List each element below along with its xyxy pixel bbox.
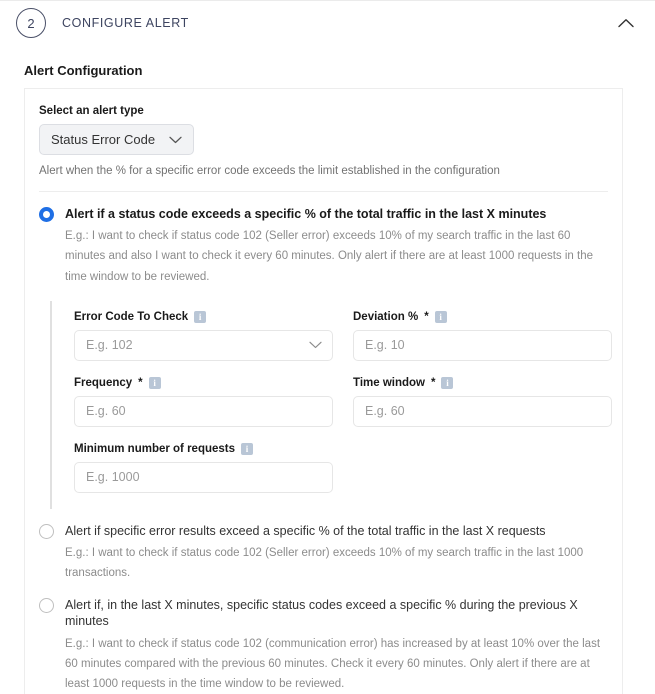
field-deviation-label-text: Deviation % xyxy=(353,310,419,323)
field-deviation-label: Deviation % * i xyxy=(353,310,612,323)
field-time-window-required-marker: * xyxy=(431,376,436,389)
radio-option-2[interactable] xyxy=(39,523,54,539)
alert-option-3-title: Alert if, in the last X minutes, specifi… xyxy=(65,598,578,629)
field-min-requests: Minimum number of requests i E.g. 1000 xyxy=(74,442,333,493)
info-icon[interactable]: i xyxy=(194,310,207,323)
radio-option-1[interactable] xyxy=(39,207,54,222)
alert-type-label-text: Select an alert type xyxy=(39,105,144,117)
collapse-section-button[interactable] xyxy=(613,10,639,36)
field-frequency-label-text: Frequency xyxy=(74,376,133,389)
frequency-placeholder: E.g. 60 xyxy=(86,404,126,419)
alert-type-hint: Alert when the % for a specific error co… xyxy=(39,165,500,177)
step-number-label: 2 xyxy=(27,15,35,31)
field-frequency-label: Frequency * i xyxy=(74,376,333,389)
info-icon[interactable]: i xyxy=(148,376,161,389)
alert-configuration-card: Select an alert type Status Error Code A… xyxy=(24,88,623,694)
field-frequency: Frequency * i E.g. 60 xyxy=(74,376,333,427)
alert-option-3[interactable]: Alert if, in the last X minutes, specifi… xyxy=(39,597,608,694)
alert-option-3-texts: Alert if, in the last X minutes, specifi… xyxy=(65,597,608,694)
alert-option-1-texts: Alert if a status code exceeds a specifi… xyxy=(65,206,608,287)
section-heading: Alert Configuration xyxy=(24,63,143,78)
alert-option-1-form: Error Code To Check i E.g. 102 Deviation… xyxy=(50,300,612,509)
min-requests-placeholder: E.g. 1000 xyxy=(86,470,140,485)
info-icon[interactable]: i xyxy=(434,310,447,323)
step-number-badge: 2 xyxy=(16,8,46,38)
radio-option-3[interactable] xyxy=(39,598,54,614)
field-time-window-label-text: Time window xyxy=(353,376,425,389)
section-divider xyxy=(39,191,608,192)
configure-alert-body: Alert Configuration Select an alert type… xyxy=(0,63,655,694)
field-time-window-label: Time window * i xyxy=(353,376,612,389)
frequency-input[interactable]: E.g. 60 xyxy=(74,395,333,427)
time-window-input[interactable]: E.g. 60 xyxy=(353,395,612,427)
alert-type-selected-value: Status Error Code xyxy=(51,132,156,147)
page-title: CONFIGURE ALERT xyxy=(62,16,189,30)
alert-option-1-title: Alert if a status code exceeds a specifi… xyxy=(65,207,547,221)
alert-option-3-description: E.g.: I want to check if status code 102… xyxy=(65,637,601,690)
alert-type-label: Select an alert type xyxy=(39,105,608,117)
time-window-placeholder: E.g. 60 xyxy=(365,404,405,419)
info-icon[interactable]: i xyxy=(441,376,454,389)
deviation-input[interactable]: E.g. 10 xyxy=(353,329,612,361)
error-code-input[interactable]: E.g. 102 xyxy=(74,329,333,361)
field-error-code: Error Code To Check i E.g. 102 xyxy=(74,310,333,361)
alert-option-2-texts: Alert if specific error results exceed a… xyxy=(65,523,608,584)
field-time-window: Time window * i E.g. 60 xyxy=(353,376,612,427)
alert-option-1[interactable]: Alert if a status code exceeds a specifi… xyxy=(39,206,608,287)
field-frequency-required-marker: * xyxy=(138,376,143,389)
field-deviation-required-marker: * xyxy=(424,310,429,323)
min-requests-input[interactable]: E.g. 1000 xyxy=(74,461,333,493)
deviation-placeholder: E.g. 10 xyxy=(365,338,405,353)
chevron-down-icon xyxy=(169,132,182,147)
chevron-down-icon xyxy=(309,341,322,349)
alert-type-select[interactable]: Status Error Code xyxy=(39,124,195,155)
field-deviation: Deviation % * i E.g. 10 xyxy=(353,310,612,361)
alert-option-2-description: E.g.: I want to check if status code 102… xyxy=(65,546,584,579)
field-error-code-label-text: Error Code To Check xyxy=(74,310,189,323)
field-min-requests-label-text: Minimum number of requests xyxy=(74,442,236,455)
field-error-code-label: Error Code To Check i xyxy=(74,310,333,323)
step-header: 2 CONFIGURE ALERT xyxy=(0,0,655,45)
alert-option-2-title: Alert if specific error results exceed a… xyxy=(65,523,546,538)
error-code-placeholder: E.g. 102 xyxy=(86,338,133,353)
field-min-requests-label: Minimum number of requests i xyxy=(74,442,333,455)
alert-option-1-description: E.g.: I want to check if status code 102… xyxy=(65,230,594,283)
alert-form-grid: Error Code To Check i E.g. 102 Deviation… xyxy=(74,310,612,493)
alert-option-2[interactable]: Alert if specific error results exceed a… xyxy=(39,523,608,584)
chevron-up-icon xyxy=(618,16,634,31)
info-icon[interactable]: i xyxy=(241,442,254,455)
